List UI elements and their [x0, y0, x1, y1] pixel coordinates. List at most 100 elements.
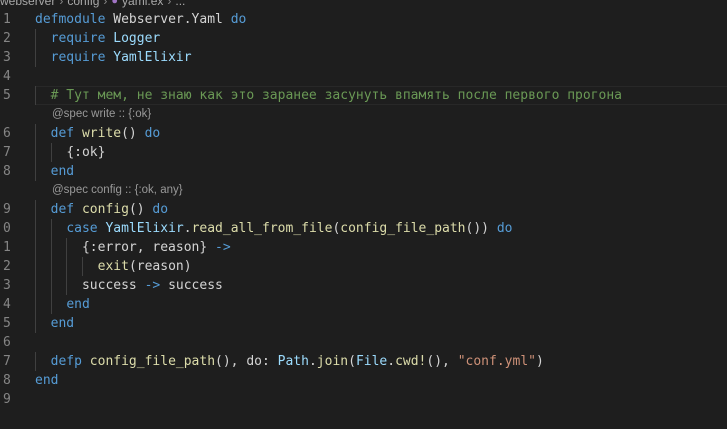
code-line[interactable]: 0 case YamlElixir.read_all_from_file(con…: [0, 219, 727, 238]
line-number: 2: [3, 31, 11, 46]
code-token: do: [152, 202, 169, 217]
code-line[interactable]: 2 require Logger: [0, 29, 727, 48]
code-text: end: [35, 371, 58, 390]
code-token: cwd!: [395, 354, 427, 369]
codelens-spec-text[interactable]: @spec write :: {:ok}: [52, 105, 151, 124]
code-token: write: [81, 126, 122, 141]
code-line[interactable]: 9 def config() do: [0, 200, 727, 219]
codelens[interactable]: @spec write :: {:ok}: [0, 105, 727, 124]
code-token: File: [355, 354, 388, 369]
line-number: 9: [3, 392, 11, 407]
code-text: end: [35, 162, 74, 181]
code-token: end: [50, 316, 75, 331]
code-token: success: [168, 278, 223, 293]
code-line[interactable]: 5 # Тут мем, не знаю как это заранее зас…: [0, 86, 727, 105]
code-line[interactable]: 8 end: [0, 371, 727, 390]
code-text: end: [35, 314, 74, 333]
code-text: {:ok}: [35, 143, 105, 162]
code-line[interactable]: 9: [0, 390, 727, 409]
code-token: ->: [215, 240, 231, 255]
code-text: success -> success: [35, 276, 223, 295]
code-text: end: [35, 295, 90, 314]
code-text: defp config_file_path(), do: Path.join(F…: [35, 352, 544, 371]
code-text: {:error, reason} ->: [35, 238, 231, 257]
line-number: 0: [3, 221, 11, 236]
code-line[interactable]: 1 {:error, reason} ->: [0, 238, 727, 257]
breadcrumb-item-file[interactable]: yaml.ex: [122, 0, 163, 8]
code-token: Path: [277, 354, 309, 369]
code-token: (: [348, 354, 356, 369]
breadcrumb-item-subfolder[interactable]: config: [67, 0, 99, 8]
code-token: do: [496, 221, 513, 236]
code-token: ()): [465, 221, 497, 236]
code-token: (), do:: [215, 354, 278, 369]
code-token: (),: [426, 354, 458, 369]
code-token: ->: [144, 278, 161, 293]
code-token: ): [535, 354, 544, 369]
code-line[interactable]: 7 defp config_file_path(), do: Path.join…: [0, 352, 727, 371]
code-token: .: [183, 221, 192, 236]
breadcrumb-item-folder[interactable]: webserver: [0, 0, 55, 8]
code-text: # Тут мем, не знаю как это заранее засун…: [35, 86, 622, 105]
code-line[interactable]: 6 def write() do: [0, 124, 727, 143]
code-line[interactable]: 2 exit(reason): [0, 257, 727, 276]
codelens[interactable]: @spec config :: {:ok, any}: [0, 181, 727, 200]
code-line[interactable]: 1 defmodule Webserver.Yaml do: [0, 10, 727, 29]
code-line[interactable]: 3 success -> success: [0, 276, 727, 295]
breadcrumb-item-symbol[interactable]: ...: [175, 0, 185, 8]
code-text: defmodule Webserver.Yaml do: [35, 10, 246, 29]
code-token: case: [66, 221, 98, 236]
code-token: "conf.yml": [457, 354, 536, 369]
code-line[interactable]: 7 {:ok}: [0, 143, 727, 162]
line-number: 2: [3, 259, 11, 274]
code-token: do: [144, 126, 161, 141]
line-number: 6: [3, 335, 11, 350]
line-number: 7: [3, 354, 11, 369]
code-line[interactable]: 4: [0, 67, 727, 86]
code-token: # Тут мем, не знаю как это заранее засун…: [50, 88, 623, 103]
code-line[interactable]: 6: [0, 333, 727, 352]
code-token: def: [50, 126, 75, 141]
code-text: exit(reason): [35, 257, 192, 276]
code-text: require Logger: [35, 29, 161, 48]
chevron-right-icon: ›: [59, 0, 64, 8]
line-number: 5: [3, 88, 11, 103]
line-number: 3: [3, 278, 11, 293]
code-token: {:ok}: [66, 145, 106, 160]
code-token: {:error, reason}: [81, 240, 208, 255]
elixir-file-icon: ●: [111, 0, 119, 7]
code-line[interactable]: 8 end: [0, 162, 727, 181]
breadcrumb: webserver › config › ● yaml.ex › ...: [0, 0, 185, 8]
code-token: end: [35, 373, 59, 388]
line-number: 8: [3, 164, 11, 179]
code-editor[interactable]: 1 defmodule Webserver.Yaml do 2 require Lo…: [0, 10, 727, 409]
code-line[interactable]: 5 end: [0, 314, 727, 333]
code-token: defmodule: [35, 12, 106, 27]
codelens-spec-text[interactable]: @spec config :: {:ok, any}: [52, 181, 183, 200]
code-token: .: [387, 354, 396, 369]
code-token: config: [81, 202, 129, 217]
code-token: YamlElixir: [113, 50, 192, 65]
code-line[interactable]: 3 require YamlElixir: [0, 48, 727, 67]
code-token: end: [66, 297, 90, 312]
code-text: case YamlElixir.read_all_from_file(confi…: [35, 219, 512, 238]
line-number: 8: [3, 373, 11, 388]
code-line[interactable]: 4 end: [0, 295, 727, 314]
chevron-right-icon: ›: [167, 0, 172, 8]
code-text: def config() do: [35, 200, 168, 219]
